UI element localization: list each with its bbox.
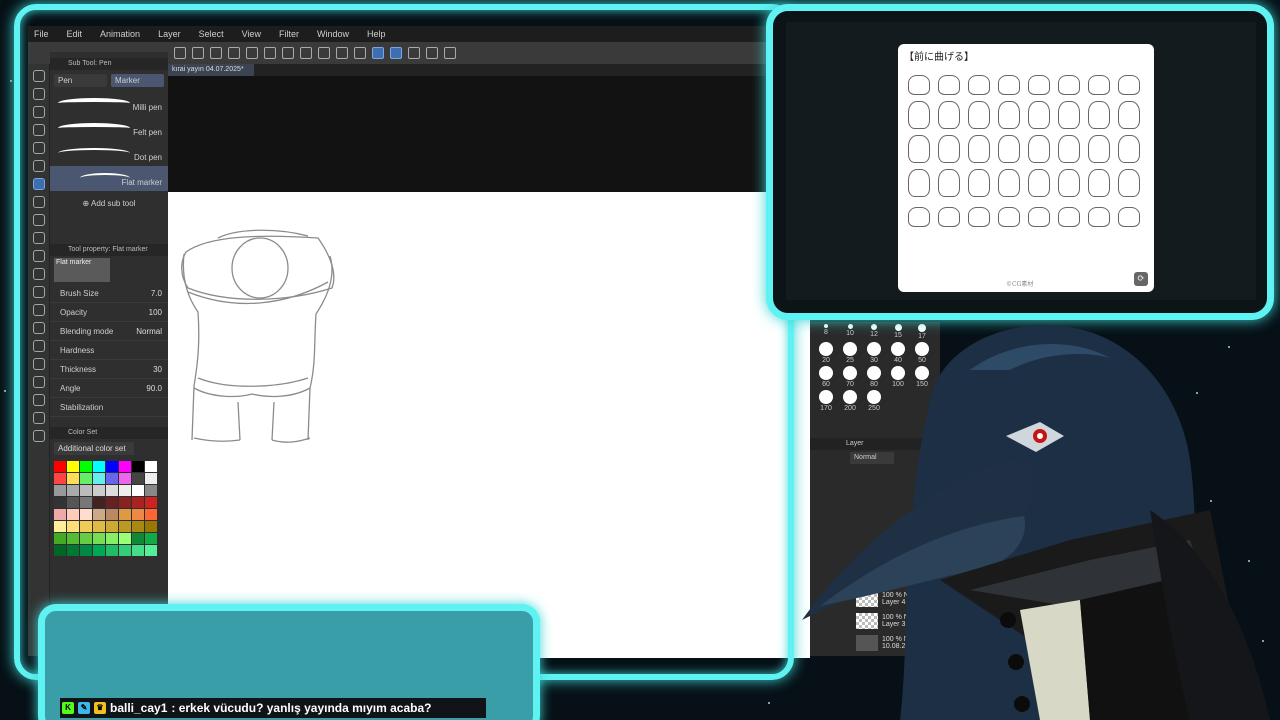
torso-drawing [968,101,990,129]
torso-drawing [938,135,960,163]
torso-drawing [1028,75,1050,95]
torso-drawing [1088,101,1110,129]
kick-badge-icon: K [62,702,74,714]
expand-icon[interactable]: ⟳ [1134,272,1148,286]
stream-frame-main [14,4,794,680]
torso-drawing [1058,101,1080,129]
torso-drawing [938,169,960,197]
torso-drawing [908,75,930,95]
torso-drawing [1058,207,1080,227]
torso-drawing [1118,169,1140,197]
reference-image: 【前に曲げる】 ©CG素材 ⟳ [898,44,1154,292]
torso-drawing [1118,101,1140,129]
torso-drawing [908,135,930,163]
torso-drawing [1028,135,1050,163]
torso-drawing [938,101,960,129]
torso-drawing [1118,75,1140,95]
torso-drawing [1088,207,1110,227]
torso-drawing [968,207,990,227]
torso-drawing [1088,169,1110,197]
torso-drawing [998,101,1020,129]
torso-drawing [998,169,1020,197]
crown-badge-icon: ♛ [94,702,106,714]
chat-username: balli_cay1 [110,701,168,715]
torso-drawing [1118,207,1140,227]
torso-drawing [1118,135,1140,163]
torso-drawing [1088,75,1110,95]
torso-drawing [1028,207,1050,227]
torso-drawing [1028,169,1050,197]
torso-reference-grid [908,71,1148,227]
torso-drawing [908,101,930,129]
torso-drawing [968,75,990,95]
torso-drawing [968,135,990,163]
torso-drawing [1058,169,1080,197]
torso-drawing [1088,135,1110,163]
torso-drawing [908,169,930,197]
torso-drawing [908,207,930,227]
torso-drawing [998,207,1020,227]
crow-avatar [802,325,1270,720]
chat-text: : erkek vücudu? yanlış yayında mıyım aca… [171,701,432,715]
torso-drawing [1058,135,1080,163]
chat-message: K ✎ ♛ balli_cay1 : erkek vücudu? yanlış … [60,698,486,718]
torso-drawing [1058,75,1080,95]
torso-drawing [938,75,960,95]
moderator-badge-icon: ✎ [78,702,90,714]
reference-title: 【前に曲げる】 [904,52,974,63]
reference-credit: ©CG素材 [1006,281,1034,288]
torso-drawing [998,75,1020,95]
torso-drawing [1028,101,1050,129]
torso-drawing [998,135,1020,163]
torso-drawing [938,207,960,227]
torso-drawing [968,169,990,197]
